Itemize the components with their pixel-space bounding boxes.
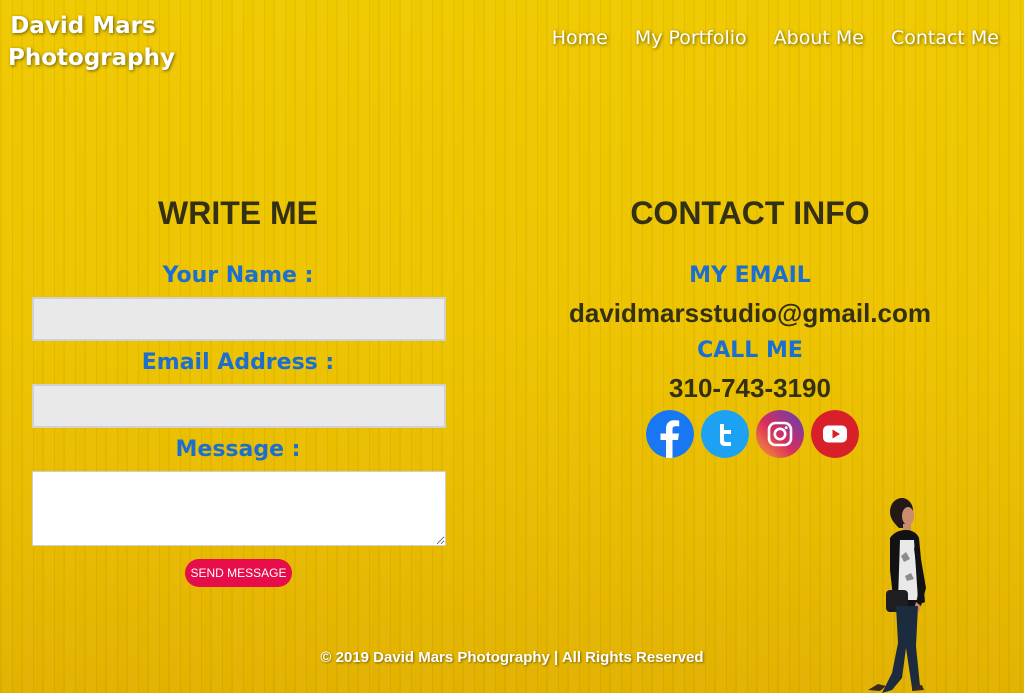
name-input[interactable] xyxy=(32,297,446,341)
twitter-icon[interactable] xyxy=(701,410,749,458)
footer-copyright: © 2019 David Mars Photography | All Righ… xyxy=(320,649,704,666)
youtube-icon[interactable] xyxy=(811,410,859,458)
instagram-icon[interactable] xyxy=(756,410,804,458)
brand-line-1: David Mars xyxy=(10,13,156,39)
contact-info-heading: CONTACT INFO xyxy=(630,195,870,231)
write-me-heading: WRITE ME xyxy=(158,195,318,231)
send-message-button[interactable]: SEND MESSAGE xyxy=(185,559,292,587)
call-me-label: CALL ME xyxy=(697,338,803,363)
message-label: Message : xyxy=(175,437,301,462)
email-input[interactable] xyxy=(32,384,446,428)
phone-number-value: 310-743-3190 xyxy=(669,373,831,403)
brand-logo[interactable]: David Mars Photography xyxy=(8,10,175,74)
nav-about-me[interactable]: About Me xyxy=(774,27,864,49)
email-address-value: davidmarsstudio@gmail.com xyxy=(569,298,931,328)
social-links xyxy=(646,410,859,458)
nav-contact-me[interactable]: Contact Me xyxy=(891,27,999,49)
my-email-label: MY EMAIL xyxy=(689,263,811,288)
main-nav: Home My Portfolio About Me Contact Me xyxy=(552,27,999,49)
message-textarea[interactable] xyxy=(32,471,446,546)
facebook-icon[interactable] xyxy=(646,410,694,458)
brand-line-2: Photography xyxy=(8,45,175,71)
name-label: Your Name : xyxy=(162,263,314,288)
nav-home[interactable]: Home xyxy=(552,27,608,49)
nav-my-portfolio[interactable]: My Portfolio xyxy=(635,27,747,49)
email-label: Email Address : xyxy=(141,350,335,375)
